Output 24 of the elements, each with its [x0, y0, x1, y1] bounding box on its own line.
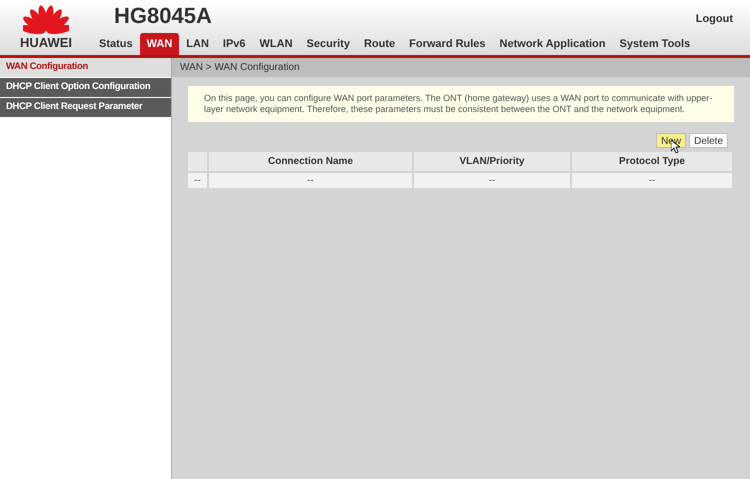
delete-button[interactable]: Delete: [689, 133, 728, 148]
table-cell: --: [413, 172, 571, 188]
logout-link[interactable]: Logout: [696, 11, 733, 28]
nav-tab[interactable]: WAN: [140, 33, 180, 55]
table-cell: --: [571, 172, 733, 188]
petal-logo-icon: [23, 4, 69, 34]
breadcrumb: WAN > WAN Configuration: [172, 58, 750, 77]
notice-text: On this page, you can configure WAN port parameters. The ONT (home gateway) uses a WAN port to communicate with upper-layer network equipment. Therefore, these parameters must be consistent between the ONT and the network equipment.: [188, 86, 734, 122]
nav-tab[interactable]: IPv6: [216, 33, 253, 55]
nav-tab[interactable]: Status: [92, 33, 140, 55]
nav-tab[interactable]: Security: [300, 33, 357, 55]
nav-tab[interactable]: LAN: [179, 33, 216, 55]
sidebar-item[interactable]: WAN Configuration: [0, 58, 171, 77]
nav-tab[interactable]: WLAN: [252, 33, 300, 55]
nav-tab[interactable]: Route: [356, 33, 402, 55]
nav-tab[interactable]: System Tools: [612, 33, 698, 55]
sidebar-item[interactable]: DHCP Client Request Parameter: [0, 98, 171, 117]
sidebar-item[interactable]: DHCP Client Option Configuration: [0, 78, 171, 97]
table-cell: --: [188, 172, 208, 188]
model-title: HG8045A: [114, 5, 213, 27]
nav-tab[interactable]: Forward Rules: [402, 33, 493, 55]
nav-tab[interactable]: Network Application: [492, 33, 612, 55]
table-cell: --: [208, 172, 413, 188]
brand-name: HUAWEI: [20, 36, 72, 49]
